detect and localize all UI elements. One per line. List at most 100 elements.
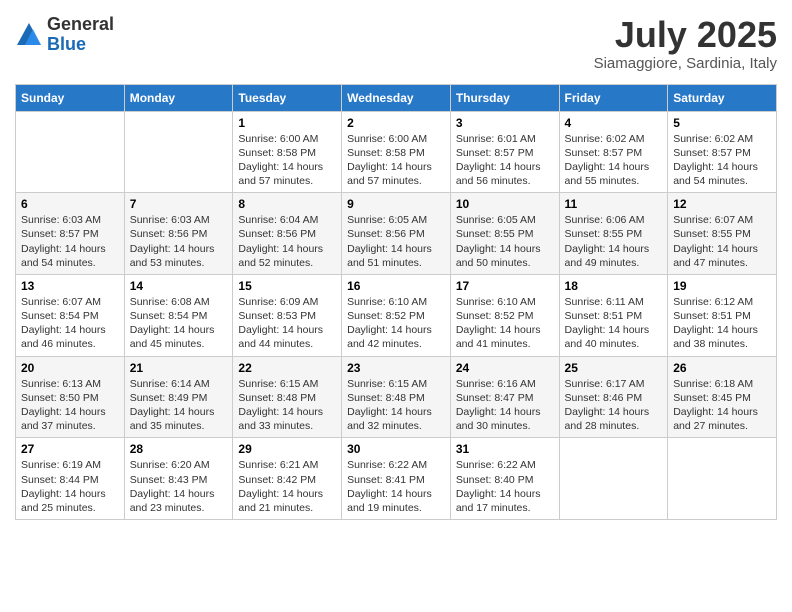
day-info: Sunrise: 6:16 AMSunset: 8:47 PMDaylight:…	[456, 377, 554, 434]
calendar-cell: 29 Sunrise: 6:21 AMSunset: 8:42 PMDayligh…	[233, 438, 342, 520]
calendar-cell: 18 Sunrise: 6:11 AMSunset: 8:51 PMDayligh…	[559, 274, 668, 356]
calendar-cell: 17 Sunrise: 6:10 AMSunset: 8:52 PMDayligh…	[450, 274, 559, 356]
title-block: July 2025 Siamaggiore, Sardinia, Italy	[594, 15, 777, 72]
calendar-cell: 8Sunrise: 6:04 AMSunset: 8:56 PMDaylight…	[233, 193, 342, 275]
calendar-week-row: 1 Sunrise: 6:00 AMSunset: 8:58 PMDaylight…	[16, 111, 777, 193]
day-info: Sunrise: 6:12 AMSunset: 8:51 PMDaylight:…	[673, 295, 771, 352]
calendar-cell: 3Sunrise: 6:01 AMSunset: 8:57 PMDaylight…	[450, 111, 559, 193]
calendar-cell	[124, 111, 233, 193]
day-number: 27	[21, 442, 119, 456]
day-info: Sunrise: 6:15 AMSunset: 8:48 PMDaylight:…	[238, 377, 336, 434]
day-info: Sunrise: 6:22 AMSunset: 8:41 PMDaylight:…	[347, 458, 445, 515]
logo-text: General Blue	[47, 15, 114, 55]
day-info: Sunrise: 6:10 AMSunset: 8:52 PMDaylight:…	[456, 295, 554, 352]
day-info: Sunrise: 6:17 AMSunset: 8:46 PMDaylight:…	[565, 377, 663, 434]
day-number: 13	[21, 279, 119, 293]
day-info: Sunrise: 6:10 AMSunset: 8:52 PMDaylight:…	[347, 295, 445, 352]
calendar-cell: 2Sunrise: 6:00 AMSunset: 8:58 PMDaylight…	[342, 111, 451, 193]
day-info: Sunrise: 6:20 AMSunset: 8:43 PMDaylight:…	[130, 458, 228, 515]
month-title: July 2025	[594, 15, 777, 55]
day-number: 9	[347, 197, 445, 211]
day-number: 22	[238, 361, 336, 375]
day-number: 10	[456, 197, 554, 211]
calendar-cell: 20Sunrise: 6:13 AMSunset: 8:50 PMDayligh…	[16, 356, 125, 438]
calendar-week-row: 6 Sunrise: 6:03 AMSunset: 8:57 PMDaylight…	[16, 193, 777, 275]
day-number: 21	[130, 361, 228, 375]
day-info: Sunrise: 6:22 AMSunset: 8:40 PMDaylight:…	[456, 458, 554, 515]
column-header-monday: Monday	[124, 84, 233, 111]
day-number: 3	[456, 116, 554, 130]
calendar-cell: 10 Sunrise: 6:05 AMSunset: 8:55 PMDayligh…	[450, 193, 559, 275]
day-number: 1	[238, 116, 336, 130]
calendar-cell: 27Sunrise: 6:19 AMSunset: 8:44 PMDayligh…	[16, 438, 125, 520]
calendar-cell: 19 Sunrise: 6:12 AMSunset: 8:51 PMDayligh…	[668, 274, 777, 356]
column-header-wednesday: Wednesday	[342, 84, 451, 111]
day-number: 17	[456, 279, 554, 293]
day-number: 24	[456, 361, 554, 375]
day-number: 4	[565, 116, 663, 130]
logo-blue: Blue	[47, 35, 114, 55]
calendar-table: SundayMondayTuesdayWednesdayThursdayFrid…	[15, 84, 777, 520]
day-info: Sunrise: 6:21 AMSunset: 8:42 PMDaylight:…	[238, 458, 336, 515]
day-info: Sunrise: 6:11 AMSunset: 8:51 PMDaylight:…	[565, 295, 663, 352]
column-header-tuesday: Tuesday	[233, 84, 342, 111]
day-info: Sunrise: 6:02 AMSunset: 8:57 PMDaylight:…	[673, 132, 771, 189]
day-info: Sunrise: 6:14 AMSunset: 8:49 PMDaylight:…	[130, 377, 228, 434]
calendar-cell	[559, 438, 668, 520]
day-info: Sunrise: 6:03 AMSunset: 8:57 PMDaylight:…	[21, 213, 119, 270]
calendar-cell: 6 Sunrise: 6:03 AMSunset: 8:57 PMDaylight…	[16, 193, 125, 275]
day-number: 19	[673, 279, 771, 293]
calendar-cell: 9 Sunrise: 6:05 AMSunset: 8:56 PMDaylight…	[342, 193, 451, 275]
day-info: Sunrise: 6:04 AMSunset: 8:56 PMDaylight:…	[238, 213, 336, 270]
calendar-cell: 12Sunrise: 6:07 AMSunset: 8:55 PMDayligh…	[668, 193, 777, 275]
logo-icon	[15, 21, 43, 49]
day-number: 23	[347, 361, 445, 375]
day-number: 25	[565, 361, 663, 375]
day-number: 5	[673, 116, 771, 130]
day-number: 16	[347, 279, 445, 293]
logo-general: General	[47, 15, 114, 35]
day-number: 7	[130, 197, 228, 211]
calendar-cell: 21 Sunrise: 6:14 AMSunset: 8:49 PMDayligh…	[124, 356, 233, 438]
calendar-cell: 24 Sunrise: 6:16 AMSunset: 8:47 PMDayligh…	[450, 356, 559, 438]
location-subtitle: Siamaggiore, Sardinia, Italy	[594, 55, 777, 72]
day-info: Sunrise: 6:03 AMSunset: 8:56 PMDaylight:…	[130, 213, 228, 270]
column-header-saturday: Saturday	[668, 84, 777, 111]
page-header: General Blue July 2025 Siamaggiore, Sard…	[15, 15, 777, 72]
day-number: 30	[347, 442, 445, 456]
calendar-cell: 31Sunrise: 6:22 AMSunset: 8:40 PMDayligh…	[450, 438, 559, 520]
day-info: Sunrise: 6:05 AMSunset: 8:56 PMDaylight:…	[347, 213, 445, 270]
day-number: 29	[238, 442, 336, 456]
day-info: Sunrise: 6:06 AMSunset: 8:55 PMDaylight:…	[565, 213, 663, 270]
day-number: 18	[565, 279, 663, 293]
column-header-friday: Friday	[559, 84, 668, 111]
day-info: Sunrise: 6:08 AMSunset: 8:54 PMDaylight:…	[130, 295, 228, 352]
calendar-cell: 28 Sunrise: 6:20 AMSunset: 8:43 PMDayligh…	[124, 438, 233, 520]
calendar-cell: 22 Sunrise: 6:15 AMSunset: 8:48 PMDayligh…	[233, 356, 342, 438]
day-number: 26	[673, 361, 771, 375]
calendar-cell: 15Sunrise: 6:09 AMSunset: 8:53 PMDayligh…	[233, 274, 342, 356]
day-info: Sunrise: 6:09 AMSunset: 8:53 PMDaylight:…	[238, 295, 336, 352]
calendar-cell: 23Sunrise: 6:15 AMSunset: 8:48 PMDayligh…	[342, 356, 451, 438]
calendar-week-row: 20Sunrise: 6:13 AMSunset: 8:50 PMDayligh…	[16, 356, 777, 438]
calendar-cell: 30 Sunrise: 6:22 AMSunset: 8:41 PMDayligh…	[342, 438, 451, 520]
calendar-cell	[668, 438, 777, 520]
day-number: 14	[130, 279, 228, 293]
logo: General Blue	[15, 15, 114, 55]
calendar-week-row: 13Sunrise: 6:07 AMSunset: 8:54 PMDayligh…	[16, 274, 777, 356]
column-header-sunday: Sunday	[16, 84, 125, 111]
day-number: 28	[130, 442, 228, 456]
day-number: 6	[21, 197, 119, 211]
calendar-cell: 7 Sunrise: 6:03 AMSunset: 8:56 PMDaylight…	[124, 193, 233, 275]
calendar-week-row: 27Sunrise: 6:19 AMSunset: 8:44 PMDayligh…	[16, 438, 777, 520]
calendar-cell: 14 Sunrise: 6:08 AMSunset: 8:54 PMDayligh…	[124, 274, 233, 356]
day-number: 20	[21, 361, 119, 375]
calendar-cell: 16 Sunrise: 6:10 AMSunset: 8:52 PMDayligh…	[342, 274, 451, 356]
day-info: Sunrise: 6:05 AMSunset: 8:55 PMDaylight:…	[456, 213, 554, 270]
day-info: Sunrise: 6:00 AMSunset: 8:58 PMDaylight:…	[347, 132, 445, 189]
day-info: Sunrise: 6:02 AMSunset: 8:57 PMDaylight:…	[565, 132, 663, 189]
day-number: 12	[673, 197, 771, 211]
calendar-cell: 4 Sunrise: 6:02 AMSunset: 8:57 PMDaylight…	[559, 111, 668, 193]
day-info: Sunrise: 6:18 AMSunset: 8:45 PMDaylight:…	[673, 377, 771, 434]
calendar-cell: 5 Sunrise: 6:02 AMSunset: 8:57 PMDaylight…	[668, 111, 777, 193]
